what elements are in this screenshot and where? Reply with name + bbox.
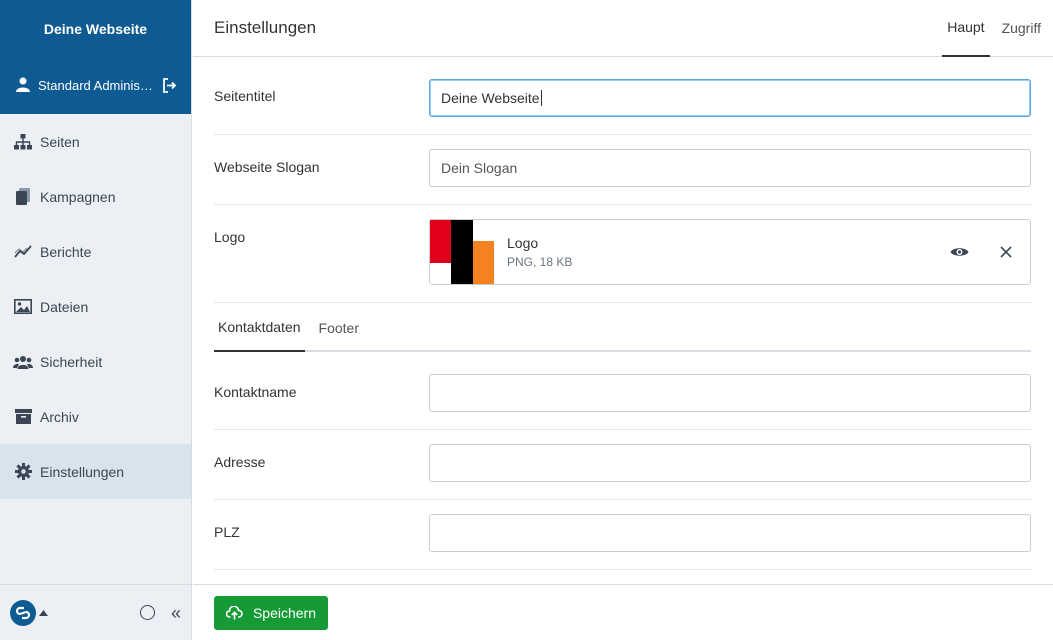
user-name[interactable]: Standard Adminis… — [38, 78, 161, 93]
cloud-upload-icon — [225, 605, 243, 620]
form-row-address: Adresse — [214, 430, 1031, 500]
sitemap-icon — [13, 133, 33, 151]
sidebar-item-label: Einstellungen — [40, 463, 125, 480]
address-input[interactable] — [429, 444, 1031, 482]
image-icon — [13, 298, 33, 316]
tab-kontaktdaten[interactable]: Kontaktdaten — [214, 303, 305, 352]
zip-label: PLZ — [214, 524, 240, 540]
tab-zugriff[interactable]: Zugriff — [997, 0, 1046, 57]
contact-name-input[interactable] — [429, 374, 1031, 412]
sidebar-item-label: Berichte — [40, 243, 92, 260]
header-tabs: Haupt Zugriff — [942, 0, 1053, 57]
sidebar-item-dateien[interactable]: Dateien — [0, 279, 191, 334]
contact-name-label: Kontaktname — [214, 384, 297, 400]
zip-input[interactable] — [429, 514, 1031, 552]
page-header: Einstellungen Haupt Zugriff — [193, 0, 1053, 57]
sidebar-item-label: Dateien — [40, 298, 89, 315]
collapse-sidebar-icon[interactable]: « — [171, 604, 181, 622]
app-logo-icon[interactable] — [10, 599, 36, 626]
sidebar-item-label: Sicherheit — [40, 353, 103, 370]
archive-icon — [13, 408, 33, 426]
brand-title[interactable]: Deine Webseite — [0, 0, 191, 57]
chart-line-icon — [13, 243, 33, 261]
sidebar-item-label: Archiv — [40, 408, 79, 425]
slogan-placeholder: Dein Slogan — [441, 160, 518, 176]
logo-file-meta: PNG, 18 KB — [507, 255, 573, 269]
sidebar-item-label: Kampagnen — [40, 188, 116, 205]
logo-file-card: Logo PNG, 18 KB — [429, 219, 1031, 285]
form-row-logo: Logo Logo PNG, 18 KB — [214, 205, 1031, 303]
user-bar: Standard Adminis… — [0, 57, 191, 114]
logo-file-name: Logo — [507, 235, 539, 251]
tab-haupt[interactable]: Haupt — [942, 0, 990, 57]
logo-thumbnail[interactable] — [430, 220, 494, 284]
logout-icon[interactable] — [161, 78, 177, 94]
sidebar-item-label: Seiten — [40, 133, 80, 150]
save-button[interactable]: Speichern — [214, 595, 328, 630]
site-title-value: Deine Webseite — [441, 90, 540, 106]
sidebar-item-sicherheit[interactable]: Sicherheit — [0, 334, 191, 389]
sidebar-item-einstellungen[interactable]: Einstellungen — [0, 444, 191, 499]
save-button-label: Speichern — [252, 604, 317, 621]
sidebar-nav: Seiten Kampagnen Berichte Dateien Sicher… — [0, 114, 191, 499]
sidebar: Deine Webseite Standard Adminis… Seiten … — [0, 0, 192, 640]
form-row-contact-name: Kontaktname — [214, 352, 1031, 430]
action-bar: Speichern — [193, 584, 1053, 640]
slogan-input[interactable]: Dein Slogan — [429, 149, 1031, 187]
sidebar-item-archiv[interactable]: Archiv — [0, 389, 191, 444]
document-icon — [13, 188, 33, 206]
users-icon — [13, 353, 33, 371]
site-title-input[interactable]: Deine Webseite — [429, 79, 1031, 117]
logo-label: Logo — [214, 229, 246, 245]
close-icon[interactable] — [996, 242, 1016, 262]
eye-icon[interactable] — [949, 242, 969, 262]
sidebar-item-berichte[interactable]: Berichte — [0, 224, 191, 279]
form-row-zip: PLZ — [214, 500, 1031, 570]
form-row-slogan: Webseite Slogan Dein Slogan — [214, 135, 1031, 205]
page-title: Einstellungen — [214, 18, 317, 37]
settings-form: Seitentitel Deine Webseite Webseite Slog… — [214, 57, 1031, 570]
circle-icon[interactable] — [139, 605, 155, 620]
contact-subtabs: Kontaktdaten Footer — [214, 303, 1031, 352]
gear-icon — [13, 463, 33, 481]
site-title-label: Seitentitel — [214, 88, 276, 104]
user-icon — [16, 77, 30, 95]
caret-up-icon[interactable] — [39, 608, 49, 618]
sidebar-footer: « — [0, 584, 191, 640]
form-row-site-title: Seitentitel Deine Webseite — [214, 57, 1031, 135]
sidebar-item-kampagnen[interactable]: Kampagnen — [0, 169, 191, 224]
tab-footer[interactable]: Footer — [315, 303, 363, 352]
slogan-label: Webseite Slogan — [214, 159, 320, 175]
sidebar-item-seiten[interactable]: Seiten — [0, 114, 191, 169]
address-label: Adresse — [214, 454, 266, 470]
